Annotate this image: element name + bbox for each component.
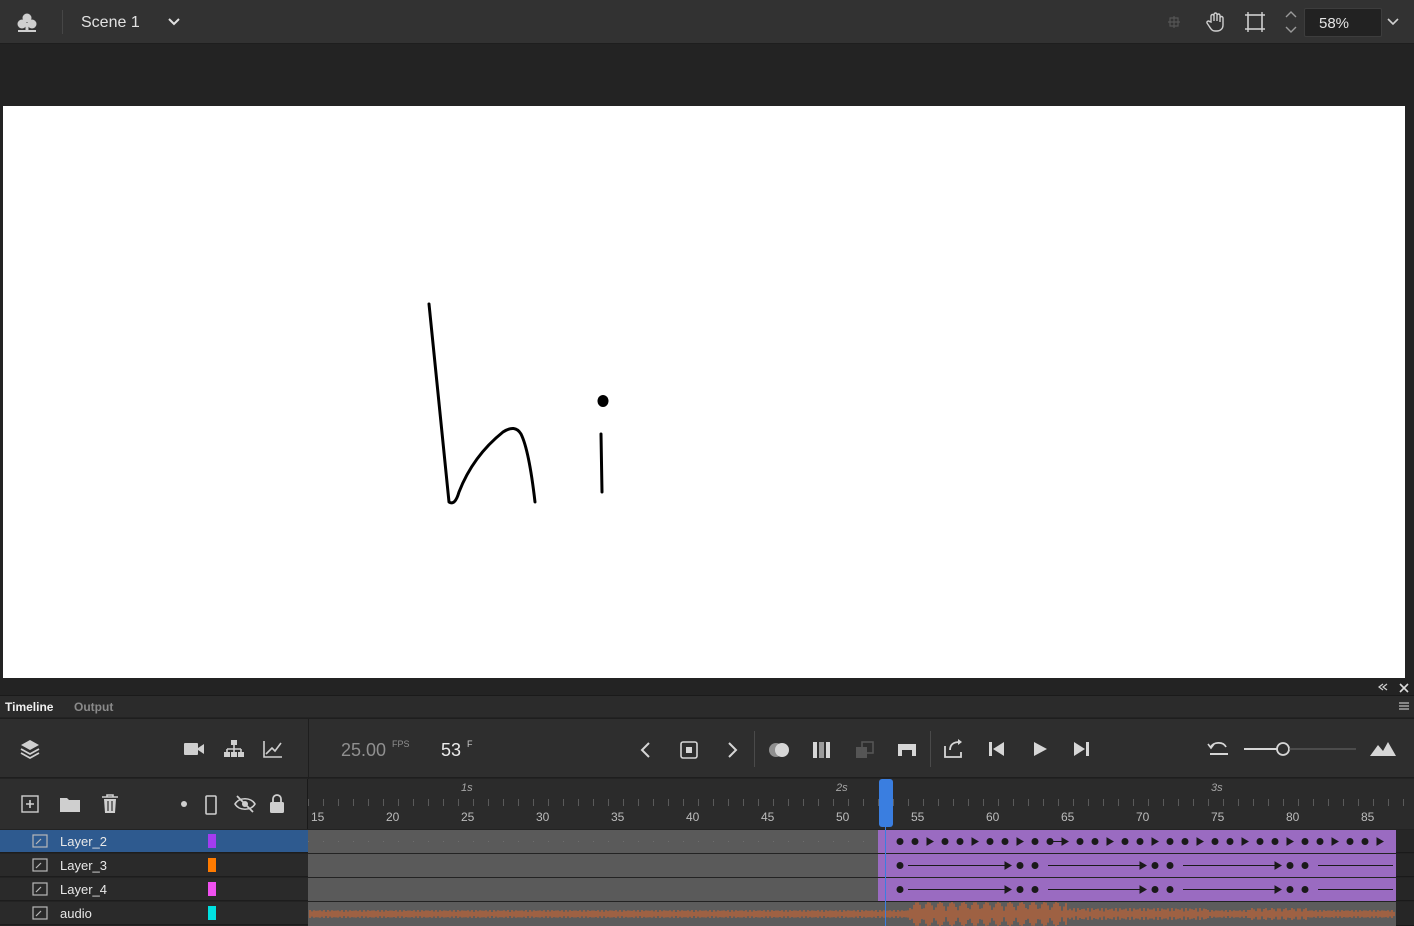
frame-size-icon[interactable] — [1369, 741, 1397, 757]
layer-type-icon — [32, 858, 48, 872]
layer-name[interactable]: audio — [60, 906, 92, 921]
frame-tick-label: 35 — [611, 810, 625, 824]
layer-controls-header — [0, 779, 308, 829]
step-forward-icon[interactable] — [1071, 740, 1091, 758]
frame-tick-label: 20 — [386, 810, 400, 824]
frame-unit: F — [467, 739, 473, 749]
frame-tick-label: 85 — [1361, 810, 1375, 824]
snap-grid-icon[interactable] — [1165, 13, 1183, 31]
divider — [754, 731, 755, 767]
loop-icon[interactable] — [942, 738, 966, 760]
second-marker: 3s — [1211, 782, 1223, 794]
frame-tick-label: 40 — [686, 810, 700, 824]
center-frame-icon[interactable] — [1207, 739, 1231, 759]
onion-skin-outlines-icon[interactable] — [811, 740, 833, 760]
hand-drawn-hi-drawing — [427, 302, 609, 505]
playhead[interactable] — [879, 779, 893, 827]
graph-editor-icon[interactable] — [262, 739, 284, 759]
frame-ruler[interactable]: 1s 2s 3s 15 20 25 30 35 40 45 50 55 60 6… — [308, 779, 1414, 829]
zoom-field[interactable]: 58% — [1304, 8, 1382, 37]
previous-keyframe-icon[interactable] — [638, 741, 654, 759]
layer-color-swatch[interactable] — [208, 858, 216, 872]
symbol-clubs-icon[interactable] — [14, 11, 40, 35]
hand-tool-icon[interactable] — [1204, 10, 1228, 34]
layer-color-swatch[interactable] — [208, 834, 216, 848]
timeline-toolbar: 25.00 FPS 53 F — [0, 718, 1414, 779]
frame-track — [308, 830, 1396, 853]
outline-mode-icon[interactable] — [204, 794, 218, 816]
frame-tick-label: 80 — [1286, 810, 1300, 824]
stage-canvas[interactable] — [3, 106, 1405, 678]
panel-menu-icon[interactable] — [1398, 701, 1410, 711]
frame-tick-label: 50 — [836, 810, 850, 824]
frames-row-audio[interactable] — [308, 902, 1414, 926]
playhead-line — [885, 826, 886, 926]
layer-row[interactable]: Layer_3 — [0, 854, 308, 877]
tab-output[interactable]: Output — [74, 700, 113, 714]
loop-playback-icon[interactable] — [896, 740, 918, 760]
top-toolbar: Scene 1 58% — [0, 0, 1414, 44]
play-icon[interactable] — [1031, 740, 1049, 758]
insert-keyframe-icon[interactable] — [680, 740, 700, 760]
second-marker: 1s — [461, 782, 473, 794]
layer-type-icon — [32, 906, 48, 920]
tab-timeline[interactable]: Timeline — [5, 700, 53, 714]
panel-tab-bar: Timeline Output — [0, 695, 1414, 717]
frame-tick-label: 25 — [461, 810, 475, 824]
layer-name[interactable]: Layer_2 — [60, 834, 107, 849]
highlight-layers-dot-icon[interactable] — [180, 800, 188, 808]
layer-parenting-icon[interactable] — [223, 739, 245, 759]
frames-row-layer-2[interactable] — [308, 830, 1414, 853]
new-folder-icon[interactable] — [59, 795, 81, 813]
camera-icon[interactable] — [183, 740, 205, 758]
layer-name[interactable]: Layer_4 — [60, 882, 107, 897]
close-panel-icon[interactable] — [1398, 682, 1410, 694]
frames-row-layer-3[interactable] — [308, 854, 1414, 877]
divider — [308, 719, 309, 779]
zoom-dropdown-icon[interactable] — [1385, 14, 1401, 30]
second-marker: 2s — [836, 782, 848, 794]
edit-multiple-frames-icon[interactable] — [854, 740, 876, 760]
layer-row[interactable]: Layer_4 — [0, 878, 308, 901]
new-layer-icon[interactable] — [20, 794, 40, 814]
scene-label[interactable]: Scene 1 — [81, 14, 140, 32]
frame-tick-label: 70 — [1136, 810, 1150, 824]
layer-row[interactable]: Layer_2 — [0, 830, 308, 853]
frame-tick-label: 15 — [311, 810, 325, 824]
frame-tick-label: 55 — [911, 810, 925, 824]
next-keyframe-icon[interactable] — [724, 741, 740, 759]
current-frame-value[interactable]: 53 — [441, 740, 461, 761]
frame-tick-label: 45 — [761, 810, 775, 824]
layer-type-icon — [32, 834, 48, 848]
visibility-hidden-icon[interactable] — [233, 794, 257, 814]
layer-name[interactable]: Layer_3 — [60, 858, 107, 873]
frame-tick-label: 30 — [536, 810, 550, 824]
divider — [930, 731, 931, 767]
zoom-value: 58% — [1319, 15, 1350, 32]
audio-waveform — [308, 902, 1396, 926]
delete-layer-icon[interactable] — [100, 793, 120, 815]
onion-skin-icon[interactable] — [767, 740, 793, 760]
chevron-down-icon[interactable] — [166, 14, 182, 30]
frame-tick-label: 60 — [986, 810, 1000, 824]
timeline-zoom-slider[interactable] — [1243, 739, 1358, 759]
layer-row[interactable]: audio — [0, 902, 308, 925]
frame-tick-label: 65 — [1061, 810, 1075, 824]
layer-type-icon — [32, 882, 48, 896]
step-backward-icon[interactable] — [987, 740, 1007, 758]
layer-color-swatch[interactable] — [208, 882, 216, 896]
collapse-panel-icon[interactable] — [1377, 682, 1389, 692]
clip-stage-icon[interactable] — [1244, 11, 1266, 33]
lock-icon[interactable] — [268, 793, 286, 815]
fps-unit: FPS — [392, 739, 410, 749]
fps-value[interactable]: 25.00 — [341, 740, 386, 761]
layers-icon[interactable] — [19, 738, 41, 760]
frames-row-layer-4[interactable] — [308, 878, 1414, 901]
divider — [62, 10, 63, 34]
frame-track — [308, 854, 1396, 877]
zoom-stepper-icon[interactable] — [1284, 8, 1298, 36]
layer-color-swatch[interactable] — [208, 906, 216, 920]
frame-tick-label: 75 — [1211, 810, 1225, 824]
frame-track — [308, 878, 1396, 901]
